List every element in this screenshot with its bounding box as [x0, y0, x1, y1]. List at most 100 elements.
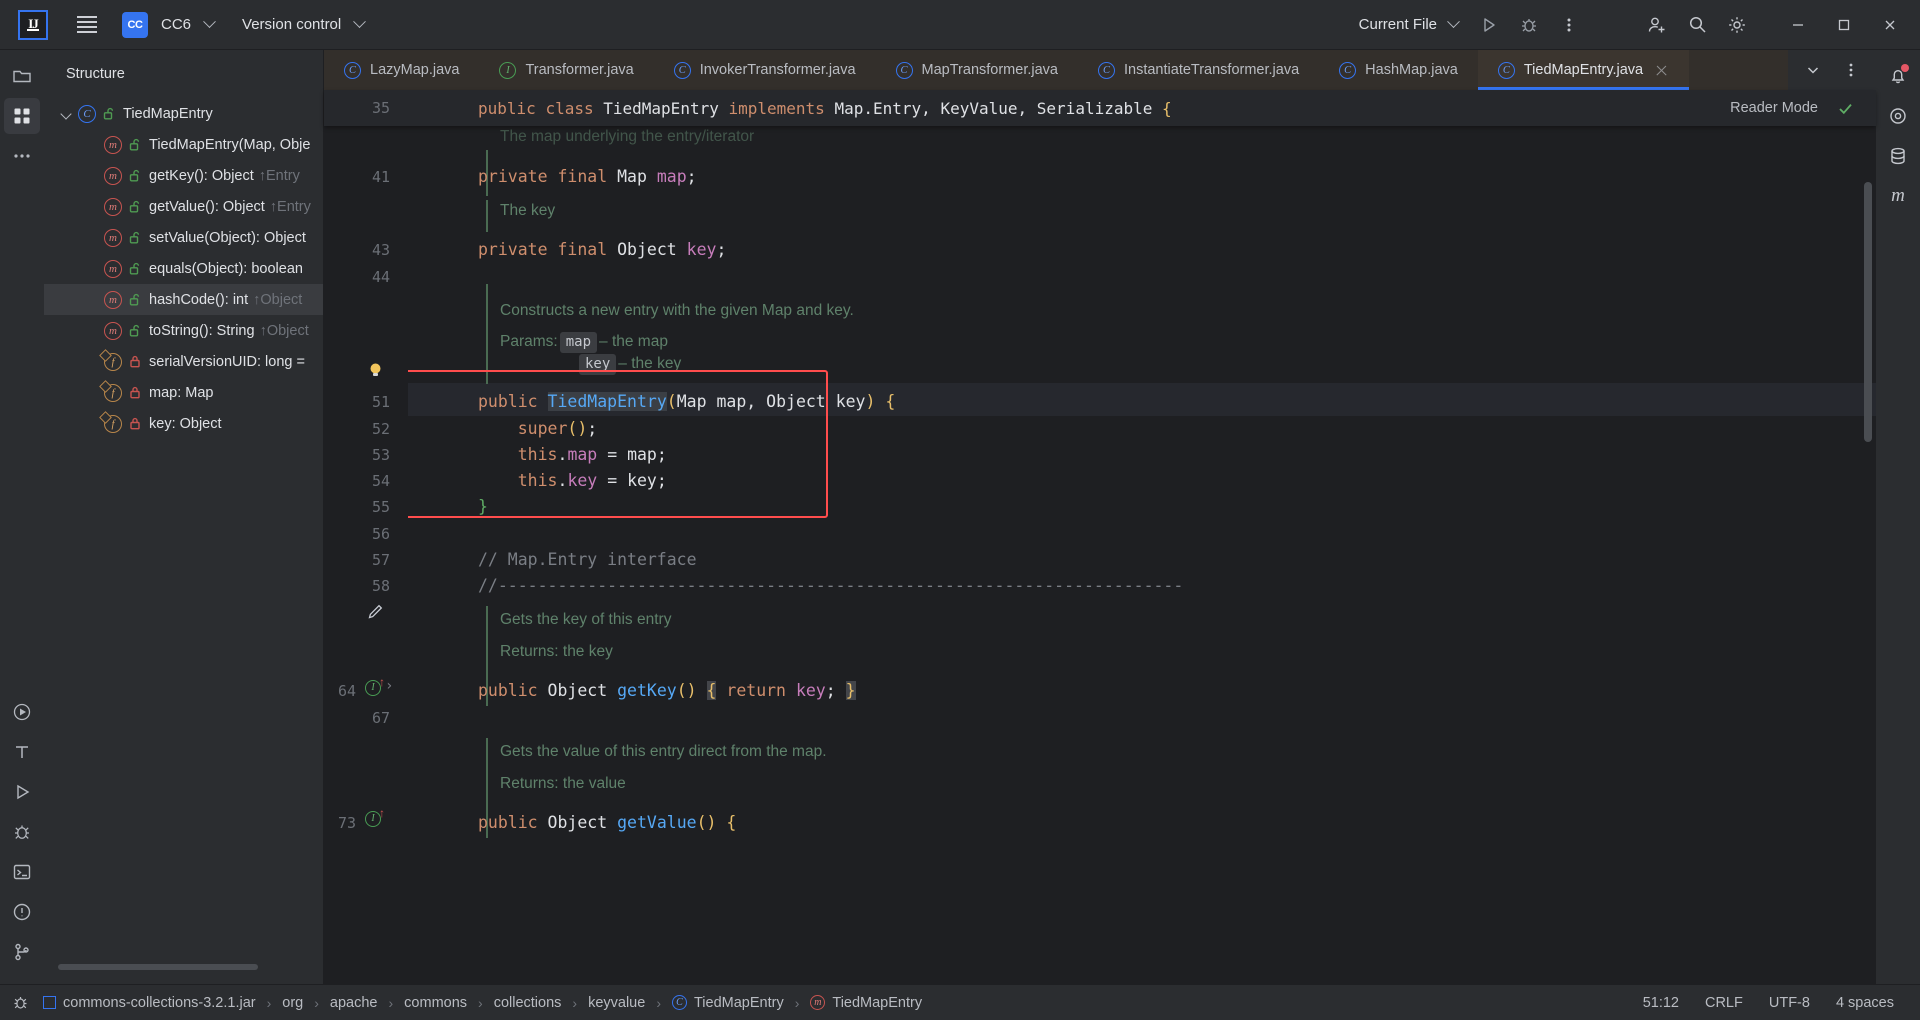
structure-node[interactable]: m getValue(): Object ↑Entry: [44, 191, 323, 222]
ai-assistant-icon[interactable]: [1880, 98, 1916, 134]
structure-node[interactable]: m toString(): String ↑Object: [44, 315, 323, 346]
run-button[interactable]: [1470, 6, 1508, 44]
search-icon[interactable]: [1678, 6, 1716, 44]
lightbulb-icon[interactable]: [366, 361, 385, 385]
notifications-bell-icon[interactable]: [1880, 58, 1916, 94]
maven-icon[interactable]: m: [1880, 178, 1916, 214]
editor-tabs[interactable]: C LazyMap.java I Transformer.java C InvokerTr…: [324, 50, 1788, 90]
line-number: 67: [371, 709, 390, 727]
tree-expand-chevron-icon[interactable]: [60, 417, 74, 431]
reader-mode-label[interactable]: Reader Mode: [1730, 90, 1818, 126]
more-tool-windows-icon[interactable]: [4, 138, 40, 174]
close-icon[interactable]: [1868, 2, 1912, 48]
editor-tab[interactable]: C LazyMap.java: [324, 50, 480, 90]
tree-expand-chevron-icon[interactable]: [60, 386, 74, 400]
editor-tab[interactable]: C InstantiateTransformer.java: [1078, 50, 1320, 90]
file-encoding[interactable]: UTF-8: [1769, 995, 1810, 1011]
gear-icon[interactable]: [1718, 6, 1756, 44]
vcs-chevron-down-icon[interactable]: [353, 15, 367, 29]
terminal-icon[interactable]: [4, 854, 40, 890]
project-name[interactable]: CC6: [161, 16, 191, 33]
editor-gutter[interactable]: 41 43 44 51 52 53 54 55 56 57 58 64 67 7…: [324, 126, 408, 984]
project-badge[interactable]: CC: [122, 11, 148, 38]
project-chevron-down-icon[interactable]: [203, 15, 216, 29]
account-add-icon[interactable]: [1638, 6, 1676, 44]
run-tool-icon[interactable]: [4, 694, 40, 730]
run-gutter-icon[interactable]: I›: [365, 675, 393, 696]
main-menu-icon[interactable]: [70, 8, 104, 42]
run-configuration-selector[interactable]: Current File: [1359, 16, 1437, 33]
caret-position[interactable]: 51:12: [1643, 995, 1679, 1011]
chevron-down-icon[interactable]: [1794, 51, 1832, 89]
tree-expand-chevron-icon[interactable]: [60, 262, 74, 276]
run-config-chevron-down-icon[interactable]: [1447, 15, 1460, 29]
database-icon[interactable]: [1880, 138, 1916, 174]
breadcrumb-item[interactable]: commons-collections-3.2.1.jar: [39, 995, 260, 1011]
close-icon[interactable]: [1654, 63, 1669, 78]
structure-tree[interactable]: C TiedMapEntry m TiedMapEntry(Map, Obje m get…: [44, 96, 323, 439]
breadcrumb-item[interactable]: apache: [326, 995, 382, 1011]
debug-tool-icon[interactable]: [4, 814, 40, 850]
breadcrumb-item[interactable]: commons: [400, 995, 471, 1011]
pencil-icon[interactable]: [366, 602, 385, 626]
debug-button[interactable]: [1510, 6, 1548, 44]
editor-tab[interactable]: C InvokerTransformer.java: [653, 50, 876, 90]
tree-expand-chevron-icon[interactable]: [60, 107, 74, 121]
tab-options-more-icon[interactable]: [1832, 51, 1870, 89]
version-control-label[interactable]: Version control: [242, 16, 341, 33]
breadcrumb-label: org: [282, 994, 304, 1011]
structure-node-origin: ↑Entry: [258, 167, 300, 184]
editor-tab[interactable]: C TiedMapEntry.java: [1477, 50, 1690, 90]
tool-window-tee-icon[interactable]: [4, 734, 40, 770]
editor-tab[interactable]: C HashMap.java: [1319, 50, 1478, 90]
editor-vscrollbar[interactable]: [1864, 182, 1872, 442]
breadcrumb-item[interactable]: org: [278, 995, 307, 1011]
structure-node[interactable]: m TiedMapEntry(Map, Obje: [44, 129, 323, 160]
check-icon[interactable]: [1837, 90, 1854, 126]
structure-node[interactable]: m hashCode(): int ↑Object: [44, 284, 323, 315]
run-gutter-icon[interactable]: I: [365, 806, 385, 827]
indent-setting[interactable]: 4 spaces: [1836, 995, 1894, 1011]
tree-expand-chevron-icon[interactable]: [60, 324, 74, 338]
breadcrumb-item[interactable]: keyvalue: [584, 995, 649, 1011]
problems-icon[interactable]: [4, 894, 40, 930]
structure-node[interactable]: C TiedMapEntry: [44, 98, 323, 129]
toolbar-more-button[interactable]: [1550, 6, 1588, 44]
line-separator[interactable]: CRLF: [1705, 995, 1743, 1011]
maximize-icon[interactable]: [1822, 2, 1866, 48]
tree-expand-chevron-icon[interactable]: [60, 355, 74, 369]
tree-expand-chevron-icon[interactable]: [60, 169, 74, 183]
structure-node[interactable]: f serialVersionUID: long =: [44, 346, 323, 377]
public-lock-icon: [128, 262, 142, 275]
tree-expand-chevron-icon[interactable]: [60, 231, 74, 245]
class-icon: C: [1339, 61, 1357, 79]
project-icon[interactable]: [4, 58, 40, 94]
breadcrumb-item[interactable]: C TiedMapEntry: [668, 995, 788, 1011]
breadcrumb-separator: ›: [656, 994, 661, 1011]
structure-node[interactable]: f key: Object: [44, 408, 323, 439]
structure-hscrollbar[interactable]: [58, 964, 258, 970]
structure-node[interactable]: m getKey(): Object ↑Entry: [44, 160, 323, 191]
structure-node[interactable]: f map: Map: [44, 377, 323, 408]
class-icon: C: [1497, 61, 1515, 79]
tree-expand-chevron-icon[interactable]: [60, 293, 74, 307]
editor-tab[interactable]: C MapTransformer.java: [875, 50, 1078, 90]
breadcrumb-item[interactable]: collections: [490, 995, 566, 1011]
debug-status-icon[interactable]: [12, 994, 29, 1011]
breadcrumb-item[interactable]: m TiedMapEntry: [806, 995, 926, 1011]
structure-node[interactable]: m equals(Object): boolean: [44, 253, 323, 284]
structure-icon[interactable]: [4, 98, 40, 134]
code-editor[interactable]: 41 43 44 51 52 53 54 55 56 57 58 64 67 7…: [324, 126, 1876, 984]
services-play-icon[interactable]: [4, 774, 40, 810]
minimize-icon[interactable]: [1776, 2, 1820, 48]
breadcrumb[interactable]: commons-collections-3.2.1.jar › org › apache…: [39, 995, 926, 1011]
git-branch-icon[interactable]: [4, 934, 40, 970]
structure-node[interactable]: m setValue(Object): Object: [44, 222, 323, 253]
editor-tab[interactable]: I Transformer.java: [479, 50, 654, 90]
field-icon: f: [104, 414, 122, 433]
code-text-area[interactable]: The map underlying the entry/iterator pr…: [408, 126, 1876, 984]
editor-tab-label: LazyMap.java: [370, 62, 460, 78]
tree-expand-chevron-icon[interactable]: [60, 200, 74, 214]
structure-node-label: serialVersionUID: long =: [149, 353, 305, 370]
tree-expand-chevron-icon[interactable]: [60, 138, 74, 152]
